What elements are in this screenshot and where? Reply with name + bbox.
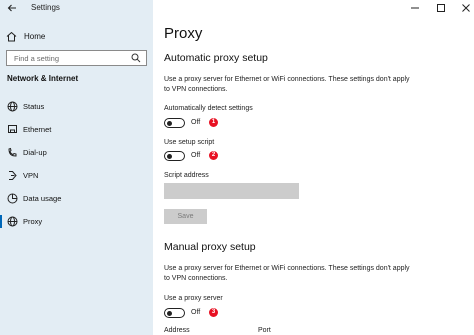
sidebar-item-label: Dial-up: [23, 148, 47, 157]
address-column-label: Address: [164, 327, 190, 334]
use-proxy-state: Off: [191, 309, 201, 316]
title-bar: Settings: [0, 0, 153, 17]
search-icon[interactable]: [131, 53, 141, 63]
manual-proxy-heading: Manual proxy setup: [164, 241, 256, 253]
callout-badge-1: 1: [209, 118, 218, 127]
sidebar-item-ethernet[interactable]: Ethernet: [0, 120, 153, 140]
page-title: Proxy: [164, 25, 203, 42]
auto-detect-toggle[interactable]: [164, 118, 185, 128]
sidebar-item-status[interactable]: Status: [0, 97, 153, 117]
globe-icon: [7, 101, 18, 112]
use-proxy-label: Use a proxy server: [164, 295, 223, 302]
script-address-label: Script address: [164, 172, 209, 179]
sidebar-item-label: Ethernet: [23, 125, 52, 134]
sidebar: Settings Home Find a setting Network & I…: [0, 0, 153, 335]
script-address-input[interactable]: [164, 183, 299, 199]
minimize-icon[interactable]: [410, 3, 420, 13]
home-label: Home: [24, 31, 46, 41]
toggle-knob: [167, 153, 172, 159]
app-title: Settings: [31, 3, 60, 12]
setup-script-state: Off: [191, 152, 201, 159]
sidebar-item-label: Data usage: [23, 194, 62, 203]
auto-detect-state: Off: [191, 119, 201, 126]
sidebar-item-label: Proxy: [23, 217, 43, 226]
sidebar-item-vpn[interactable]: VPN: [0, 166, 153, 186]
data-usage-icon: [7, 193, 18, 204]
use-proxy-toggle[interactable]: [164, 308, 185, 318]
close-icon[interactable]: [461, 3, 471, 13]
toggle-knob: [167, 310, 172, 316]
home-icon: [6, 31, 17, 41]
search-input[interactable]: Find a setting: [6, 50, 147, 66]
section-title: Network & Internet: [7, 74, 79, 83]
callout-badge-2: 2: [209, 151, 218, 160]
search-placeholder: Find a setting: [14, 54, 60, 63]
port-column-label: Port: [258, 327, 271, 334]
sidebar-item-label: Status: [23, 102, 45, 111]
phone-icon: [8, 147, 17, 157]
setup-script-label: Use setup script: [164, 139, 215, 146]
ethernet-icon: [8, 125, 17, 133]
toggle-knob: [167, 120, 172, 126]
automatic-proxy-description: Use a proxy server for Ethernet or WiFi …: [164, 76, 410, 93]
vpn-icon: [9, 171, 17, 180]
setup-script-toggle[interactable]: [164, 151, 185, 161]
save-button[interactable]: Save: [164, 209, 207, 224]
maximize-icon[interactable]: [436, 3, 446, 13]
home-nav-item[interactable]: Home: [6, 29, 45, 43]
main-content: Proxy Automatic proxy setup Use a proxy …: [153, 0, 474, 335]
auto-detect-label: Automatically detect settings: [164, 105, 253, 112]
callout-badge-3: 3: [209, 308, 218, 317]
automatic-proxy-heading: Automatic proxy setup: [164, 52, 268, 64]
sidebar-item-label: VPN: [23, 171, 39, 180]
manual-proxy-description: Use a proxy server for Ethernet or WiFi …: [164, 265, 410, 282]
sidebar-item-proxy[interactable]: Proxy: [0, 212, 153, 232]
globe-icon: [7, 216, 18, 227]
sidebar-item-data-usage[interactable]: Data usage: [0, 189, 153, 209]
back-arrow-icon[interactable]: [6, 2, 18, 14]
sidebar-item-dial-up[interactable]: Dial-up: [0, 143, 153, 163]
